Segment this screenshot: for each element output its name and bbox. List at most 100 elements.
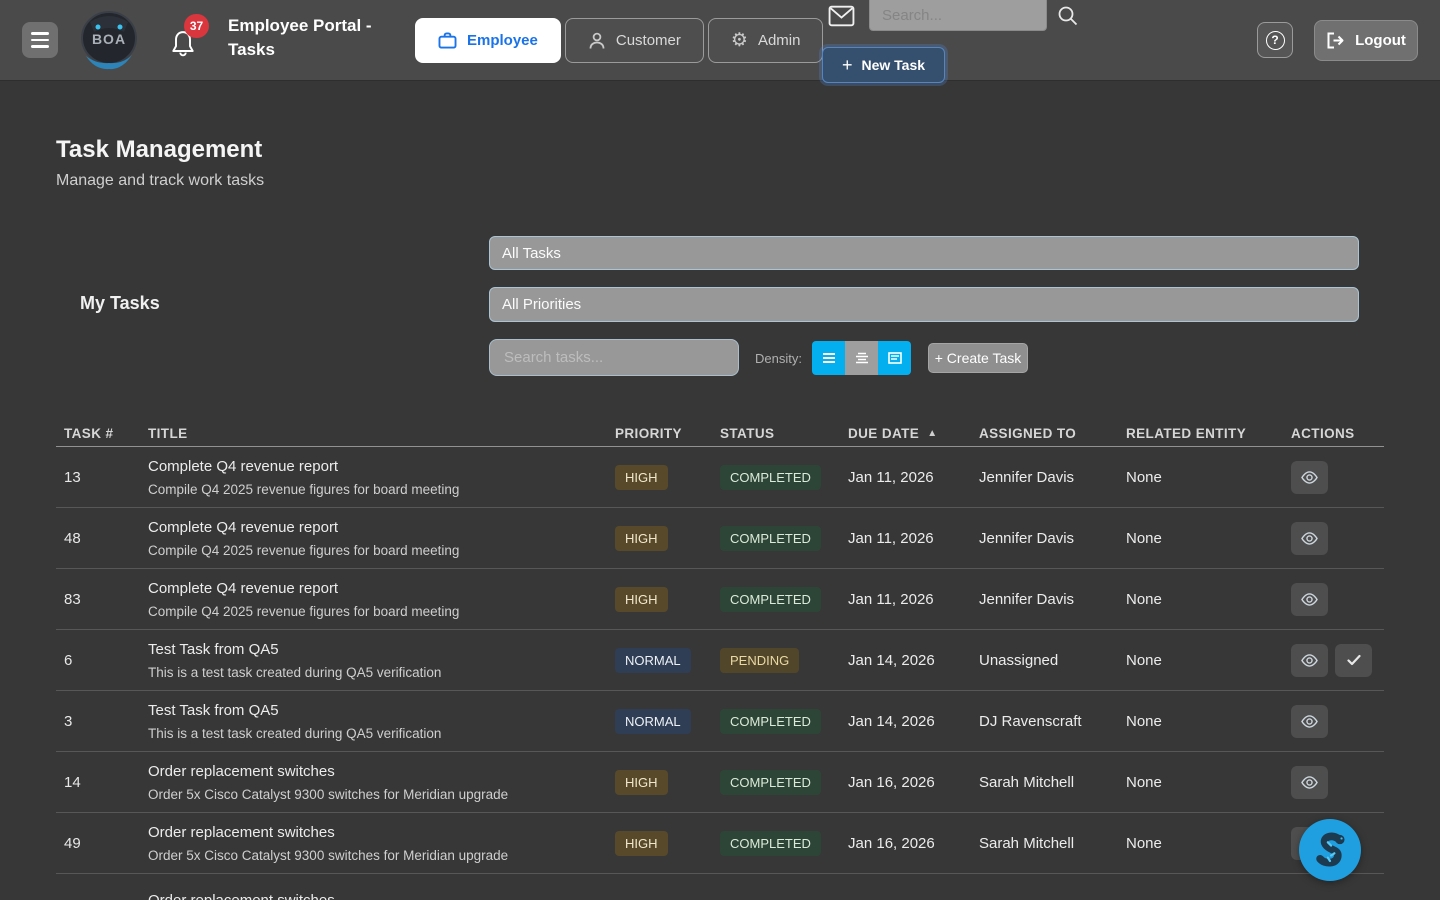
task-number: 83	[64, 591, 148, 608]
task-filter-select[interactable]: All Tasks	[489, 236, 1359, 270]
priority-badge: HIGH	[615, 770, 668, 795]
new-task-button[interactable]: + New Task	[822, 47, 945, 83]
task-row: 14Order replacement switchesOrder 5x Cis…	[56, 752, 1384, 813]
priority-cell: NORMAL	[615, 709, 720, 734]
due-date: Jan 11, 2026	[848, 469, 979, 486]
due-date: Jan 11, 2026	[848, 530, 979, 547]
eye-icon	[1300, 714, 1319, 729]
priority-cell: HIGH	[615, 587, 720, 612]
task-title: Order replacement switches	[148, 824, 615, 841]
density-compact-icon	[854, 351, 870, 365]
create-task-label: + Create Task	[935, 350, 1022, 366]
check-icon	[1347, 654, 1361, 666]
task-number: 6	[64, 652, 148, 669]
view-task-button[interactable]	[1291, 461, 1328, 494]
density-compact-button[interactable]	[845, 341, 878, 375]
status-badge: COMPLETED	[720, 465, 821, 490]
app-title: Employee Portal - Tasks	[228, 14, 388, 62]
eye-icon	[1300, 470, 1319, 485]
priority-badge: NORMAL	[615, 648, 691, 673]
status-cell: COMPLETED	[720, 465, 848, 490]
status-badge: COMPLETED	[720, 831, 821, 856]
complete-task-button[interactable]	[1335, 644, 1372, 677]
person-icon	[588, 32, 606, 50]
density-comfortable-button[interactable]	[812, 341, 845, 375]
task-description: Compile Q4 2025 revenue figures for boar…	[148, 482, 615, 497]
task-title-cell: Test Task from QA5This is a test task cr…	[148, 641, 615, 680]
svg-text:BOA: BOA	[92, 31, 126, 47]
priority-cell: NORMAL	[615, 648, 720, 673]
view-task-button[interactable]	[1291, 644, 1328, 677]
assigned-to: Unassigned	[979, 652, 1126, 669]
help-button[interactable]: ?	[1257, 22, 1293, 58]
view-task-button[interactable]	[1291, 522, 1328, 555]
boa-snake-logo-icon: BOA	[78, 8, 140, 72]
task-title-cell: Test Task from QA5 This is a test task cr…	[148, 702, 615, 741]
priority-cell: HIGH	[615, 831, 720, 856]
logout-button[interactable]: Logout	[1314, 20, 1418, 61]
task-title: Test Task from QA5	[148, 702, 615, 719]
related-entity: None	[1126, 774, 1291, 791]
assigned-to: Sarah Mitchell	[979, 774, 1126, 791]
priority-badge: NORMAL	[615, 709, 691, 734]
task-description: Order 5x Cisco Catalyst 9300 switches fo…	[148, 848, 615, 863]
notifications-button[interactable]: 37	[170, 24, 214, 64]
page-subtitle: Manage and track work tasks	[56, 172, 264, 190]
col-assigned-to: ASSIGNED TO	[979, 426, 1126, 441]
task-row: 48Complete Q4 revenue reportCompile Q4 2…	[56, 508, 1384, 569]
tab-employee-label: Employee	[467, 32, 538, 49]
task-row: 83Complete Q4 revenue reportCompile Q4 2…	[56, 569, 1384, 630]
search-icon[interactable]	[1057, 5, 1079, 32]
priority-filter-value: All Priorities	[502, 296, 581, 313]
task-description: Order 5x Cisco Catalyst 9300 switches fo…	[148, 787, 615, 802]
task-filter-value: All Tasks	[502, 245, 561, 262]
task-row: 3Test Task from QA5 This is a test task c…	[56, 691, 1384, 752]
view-task-button[interactable]	[1291, 705, 1328, 738]
view-task-button[interactable]	[1291, 583, 1328, 616]
task-number: 3	[64, 713, 148, 730]
due-date: Jan 11, 2026	[848, 591, 979, 608]
status-cell: COMPLETED	[720, 831, 848, 856]
task-search-input[interactable]	[489, 339, 739, 376]
col-due-date[interactable]: DUE DATE▲	[848, 426, 979, 441]
portal-tabs: Employee Customer ⚙ Admin	[415, 18, 823, 63]
task-row: Order replacement switches	[56, 874, 1384, 900]
tab-admin[interactable]: ⚙ Admin	[708, 18, 824, 63]
related-entity: None	[1126, 835, 1291, 852]
density-lines-icon	[821, 351, 837, 365]
status-cell: COMPLETED	[720, 709, 848, 734]
priority-badge: HIGH	[615, 831, 668, 856]
col-priority: PRIORITY	[615, 426, 720, 441]
related-entity: None	[1126, 591, 1291, 608]
related-entity: None	[1126, 469, 1291, 486]
status-badge: COMPLETED	[720, 709, 821, 734]
task-table-body: 13Complete Q4 revenue reportCompile Q4 2…	[56, 447, 1384, 900]
priority-filter-select[interactable]: All Priorities	[489, 287, 1359, 322]
density-card-button[interactable]	[878, 341, 911, 375]
create-task-button[interactable]: + Create Task	[928, 343, 1028, 373]
question-icon: ?	[1266, 31, 1285, 50]
tab-employee[interactable]: Employee	[415, 18, 561, 63]
actions-cell	[1291, 705, 1384, 738]
col-actions: ACTIONS	[1291, 426, 1384, 441]
tab-customer[interactable]: Customer	[565, 18, 704, 63]
eye-icon	[1300, 653, 1319, 668]
due-date: Jan 14, 2026	[848, 713, 979, 730]
app-logo: BOA	[78, 8, 140, 72]
col-related-entity: RELATED ENTITY	[1126, 426, 1291, 441]
task-number: 14	[64, 774, 148, 791]
section-title-my-tasks: My Tasks	[80, 293, 160, 314]
page-title: Task Management	[56, 136, 262, 164]
due-date: Jan 16, 2026	[848, 835, 979, 852]
hamburger-menu-button[interactable]	[22, 22, 58, 58]
eye-icon	[1300, 531, 1319, 546]
actions-cell	[1291, 522, 1384, 555]
status-cell: PENDING	[720, 648, 848, 673]
task-row: 49Order replacement switchesOrder 5x Cis…	[56, 813, 1384, 874]
mail-icon[interactable]	[828, 4, 855, 33]
assigned-to: Jennifer Davis	[979, 530, 1126, 547]
task-description: This is a test task created during QA5 v…	[148, 726, 615, 741]
view-task-button[interactable]	[1291, 766, 1328, 799]
floating-snake-button[interactable]	[1299, 819, 1361, 881]
global-search-input[interactable]	[869, 0, 1047, 31]
